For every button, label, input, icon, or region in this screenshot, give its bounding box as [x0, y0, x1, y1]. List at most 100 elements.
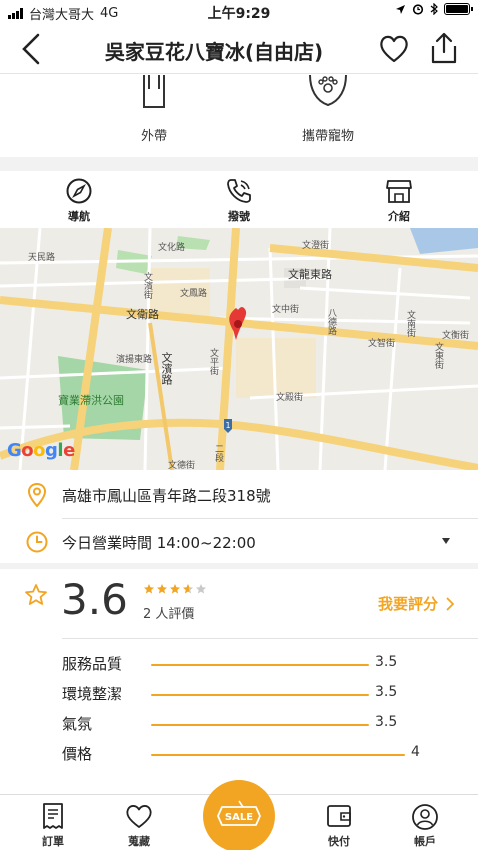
address-row[interactable]: 高雄市鳳山區青年路二段318號	[0, 472, 478, 518]
tab-label: 帳戶	[414, 835, 436, 848]
map-label: 八德路	[326, 308, 336, 335]
intro-button[interactable]: 介紹	[359, 177, 439, 224]
map-view[interactable]: 1 天民路 文濱街 文化路 文鳳路 文澄街 文龍東路 文衛路 文中街 八德路 文…	[0, 228, 478, 470]
criterion-name: 氣氛	[62, 715, 93, 733]
phone-icon	[227, 179, 251, 203]
rating-count: 2 人評價	[143, 607, 195, 622]
map-label: 二段	[213, 444, 223, 462]
receipt-icon	[43, 803, 63, 829]
map-label: 文衡街	[442, 331, 470, 341]
service-label: 外帶	[140, 129, 167, 144]
alarm-icon	[412, 4, 424, 15]
hours-row[interactable]: 今日營業時間 14:00~22:00	[0, 519, 478, 565]
takeout-bag-icon	[143, 75, 165, 108]
page-title: 吳家豆花八寶冰(自由店)	[104, 40, 324, 64]
rating-stars	[143, 583, 207, 595]
criterion-value: 3.5	[375, 684, 398, 700]
map-label: 文鳳路	[180, 289, 208, 299]
wallet-icon	[327, 805, 351, 827]
map-label: 文殿街	[276, 393, 304, 403]
location-pin-icon	[27, 483, 47, 507]
star-icon	[25, 584, 47, 605]
dropdown-caret-icon[interactable]	[442, 538, 450, 544]
store-detail-screen: 台灣大哥大 4G 上午9:29 吳家豆花八寶冰(自由店) 外帶 攜帶寵物 導航 …	[0, 0, 478, 850]
battery-icon	[444, 3, 473, 15]
criterion-name: 環境整潔	[62, 685, 123, 703]
share-icon[interactable]	[428, 31, 460, 65]
map-label: 文澄街	[302, 241, 330, 251]
sale-button[interactable]: SALE	[203, 780, 275, 850]
route-number: 1	[225, 421, 230, 430]
nav-header: 吳家豆花八寶冰(自由店)	[0, 24, 478, 74]
criterion-name: 價格	[62, 745, 93, 763]
criterion-value: 3.5	[375, 714, 398, 730]
compass-icon	[66, 178, 92, 204]
rate-button[interactable]: 我要評分	[378, 593, 454, 614]
rating-star-icon	[183, 584, 193, 594]
address-text: 高雄市鳳山區青年路二段318號	[62, 487, 271, 505]
map-label: 文德街	[168, 461, 196, 470]
status-icons	[395, 3, 473, 15]
pet-paw-icon	[309, 75, 347, 107]
rating-star-icon	[196, 584, 206, 594]
action-label: 導航	[68, 210, 90, 223]
location-arrow-icon	[396, 4, 405, 14]
map-label: 文中街	[272, 305, 300, 315]
criterion-bar	[151, 724, 369, 726]
hours-text: 今日營業時間 14:00~22:00	[62, 534, 256, 552]
storefront-icon	[386, 180, 412, 203]
service-features: 外帶 攜帶寵物	[0, 75, 478, 157]
section-divider	[0, 157, 478, 171]
map-label: 文化路	[158, 243, 186, 253]
map-label: 文平街	[208, 348, 218, 375]
map-label: 文衛路	[126, 308, 159, 321]
tab-label: 訂單	[42, 835, 64, 848]
sale-tag-icon: SALE	[217, 800, 261, 826]
tab-label: 蒐藏	[128, 835, 150, 848]
rating-score: 3.6	[61, 575, 128, 624]
criterion-name: 服務品質	[62, 655, 123, 673]
divider	[62, 638, 478, 639]
google-logo: Google	[7, 440, 75, 461]
status-bar: 台灣大哥大 4G 上午9:29	[0, 0, 478, 24]
sale-label: SALE	[225, 812, 253, 823]
map-label: 文濱街	[142, 272, 152, 299]
action-label: 撥號	[228, 210, 250, 223]
criterion-value: 3.5	[375, 654, 398, 670]
clock-icon	[26, 531, 48, 553]
action-bar: 導航 撥號 介紹	[0, 171, 478, 228]
back-icon[interactable]	[16, 32, 46, 66]
tab-account[interactable]: 帳戶	[395, 803, 455, 849]
criterion-bar	[151, 694, 369, 696]
rate-button-label: 我要評分	[377, 595, 438, 613]
tab-orders[interactable]: 訂單	[23, 803, 83, 849]
tab-label: 快付	[328, 835, 350, 848]
criterion-row: 價格 4	[62, 743, 422, 765]
criterion-bar	[151, 664, 369, 666]
service-label: 攜帶寵物	[301, 129, 354, 144]
favorite-heart-icon[interactable]	[378, 33, 410, 65]
service-pets: 攜帶寵物	[248, 75, 408, 144]
criterion-value: 4	[411, 744, 420, 760]
bluetooth-icon	[430, 3, 438, 15]
tab-favorites[interactable]: 蒐藏	[109, 803, 169, 849]
criterion-row: 服務品質 3.5	[62, 653, 422, 675]
criterion-row: 氣氛 3.5	[62, 713, 422, 735]
tab-quickpay[interactable]: 快付	[309, 803, 369, 849]
criterion-bar	[151, 754, 405, 756]
chevron-right-icon	[446, 596, 454, 611]
rating-star-icon	[170, 584, 180, 594]
navigate-button[interactable]: 導航	[39, 177, 119, 224]
rating-star-icon	[157, 584, 167, 594]
map-label: 文智街	[368, 339, 396, 349]
heart-icon	[126, 805, 152, 828]
map-label: 文東街	[433, 342, 443, 369]
call-button[interactable]: 撥號	[199, 177, 279, 224]
map-label: 文龍東路	[288, 268, 332, 281]
account-icon	[412, 804, 438, 830]
map-canvas: 1	[0, 228, 478, 470]
service-takeout: 外帶	[74, 75, 234, 144]
map-label: 文濱路	[160, 352, 173, 385]
rating-star-icon	[144, 584, 154, 594]
action-label: 介紹	[388, 210, 410, 223]
